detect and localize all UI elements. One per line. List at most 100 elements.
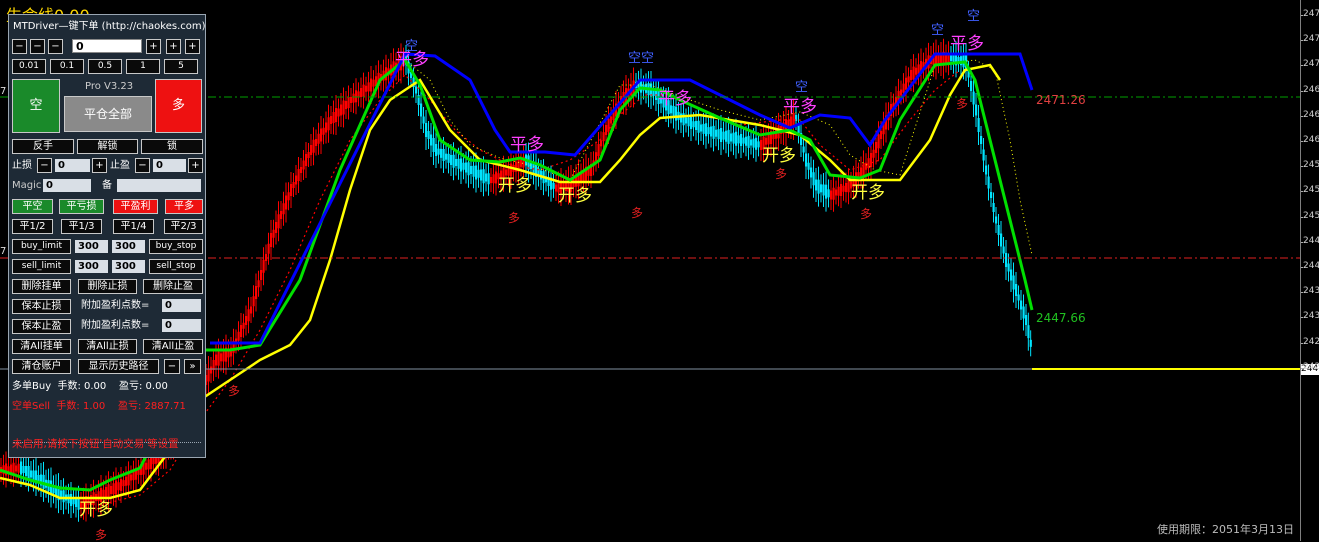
clear-all-pending-button[interactable]: 清All挂单 — [12, 339, 71, 354]
candle-body — [27, 466, 30, 479]
buy-limit-input-1[interactable]: 300 — [75, 240, 108, 253]
sell-limit-input-2[interactable]: 300 — [112, 260, 145, 273]
lot-preset-0-01[interactable]: 0.01 — [12, 59, 46, 74]
delete-take-profit-button[interactable]: 删除止盈 — [143, 279, 203, 294]
show-history-button[interactable]: 显示历史路径 — [78, 359, 159, 374]
close-profit-button[interactable]: 平盈利 — [113, 199, 158, 214]
extra-points-input-1[interactable]: 0 — [162, 299, 201, 312]
buy-button[interactable]: 多 — [155, 79, 202, 133]
candle-body — [475, 165, 478, 180]
stop-loss-label: 止损 — [12, 160, 32, 171]
candle-body — [987, 176, 990, 189]
candle-body — [460, 158, 463, 172]
candle-body — [735, 131, 738, 146]
candle-body — [102, 489, 105, 498]
close-two-thirds-button[interactable]: 平2/3 — [164, 219, 203, 234]
candle-body — [1027, 325, 1030, 339]
close-quarter-button[interactable]: 平1/4 — [113, 219, 154, 234]
lock-button[interactable]: 锁 — [141, 139, 203, 154]
candle-body — [880, 131, 883, 139]
candle-body — [737, 135, 740, 144]
candle-body — [755, 137, 758, 150]
note-input[interactable] — [117, 179, 201, 192]
candle-body — [215, 354, 218, 366]
sell-limit-input-1[interactable]: 300 — [75, 260, 108, 273]
take-profit-increase-button[interactable]: + — [188, 158, 203, 173]
lot-increase-small-button[interactable]: + — [146, 39, 161, 54]
lot-decrease-large-button[interactable]: − — [12, 39, 27, 54]
signal-kong: 空 — [967, 9, 981, 24]
candle-body — [325, 122, 328, 133]
close-short-button[interactable]: 平空 — [12, 199, 53, 214]
candle-body — [1007, 263, 1010, 272]
lot-size-input[interactable]: 0 — [72, 39, 142, 53]
lot-preset-1[interactable]: 1 — [126, 59, 160, 74]
delete-pending-button[interactable]: 删除挂单 — [12, 279, 71, 294]
candle-body — [465, 162, 468, 173]
stop-loss-input[interactable]: 0 — [55, 159, 90, 172]
breakeven-stop-button[interactable]: 保本止损 — [12, 299, 71, 314]
lot-increase-large-button[interactable]: + — [185, 39, 200, 54]
collapse-button[interactable]: − — [164, 359, 180, 374]
reverse-button[interactable]: 反手 — [12, 139, 74, 154]
close-long-button[interactable]: 平多 — [165, 199, 203, 214]
close-all-button[interactable]: 平仓全部 — [64, 96, 152, 132]
sell-limit-button[interactable]: sell_limit — [12, 259, 71, 274]
candle-body — [902, 83, 905, 93]
lot-decrease-small-button[interactable]: − — [48, 39, 63, 54]
candle-body — [252, 296, 255, 307]
buy-limit-button[interactable]: buy_limit — [12, 239, 71, 254]
long-summary: 多单Buy 手数: 0.00 盈亏: 0.00 — [12, 381, 168, 392]
lot-decrease-medium-button[interactable]: − — [30, 39, 45, 54]
take-profit-input[interactable]: 0 — [153, 159, 186, 172]
take-profit-decrease-button[interactable]: − — [135, 158, 150, 173]
candle-body — [995, 216, 998, 224]
candle-body — [305, 154, 308, 166]
candle-body — [267, 243, 270, 254]
buy-limit-input-2[interactable]: 300 — [112, 240, 145, 253]
candle-body — [447, 153, 450, 163]
expand-button[interactable]: » — [184, 359, 201, 374]
candle-body — [990, 192, 993, 198]
buy-stop-button[interactable]: buy_stop — [149, 239, 203, 254]
candle-body — [315, 139, 318, 146]
breakeven-profit-button[interactable]: 保本止盈 — [12, 319, 71, 334]
signal-duo: 多 — [508, 211, 521, 225]
candle-body — [720, 128, 723, 142]
clear-all-sl-button[interactable]: 清All止损 — [78, 339, 137, 354]
sell-stop-button[interactable]: sell_stop — [149, 259, 203, 274]
candle-body — [707, 127, 710, 135]
candle-body — [690, 117, 693, 129]
lot-increase-medium-button[interactable]: + — [166, 39, 181, 54]
lot-preset-5[interactable]: 5 — [164, 59, 198, 74]
stop-loss-increase-button[interactable]: + — [92, 158, 107, 173]
candle-body — [362, 84, 365, 97]
close-account-button[interactable]: 清仓账户 — [12, 359, 71, 374]
candle-body — [255, 286, 258, 299]
magic-input[interactable]: 0 — [43, 179, 91, 192]
close-loss-button[interactable]: 平亏损 — [59, 199, 104, 214]
candle-body — [17, 463, 20, 473]
clear-all-tp-button[interactable]: 清All止盈 — [143, 339, 203, 354]
candle-body — [437, 148, 440, 155]
delete-stop-loss-button[interactable]: 删除止损 — [78, 279, 137, 294]
stop-loss-decrease-button[interactable]: − — [37, 158, 52, 173]
lot-preset-0-1[interactable]: 0.1 — [50, 59, 84, 74]
extra-points-input-2[interactable]: 0 — [162, 319, 201, 332]
sell-button[interactable]: 空 — [12, 79, 60, 133]
close-half-button[interactable]: 平1/2 — [12, 219, 53, 234]
close-third-button[interactable]: 平1/3 — [61, 219, 102, 234]
candle-body — [680, 113, 683, 123]
candle-body — [442, 149, 445, 161]
candle-body — [900, 89, 903, 96]
candle-body — [805, 153, 808, 167]
candle-body — [1012, 275, 1015, 290]
expiry-text: 使用期限：2051年3月13日 — [1157, 523, 1294, 536]
price-axis-tick: 242 — [1301, 361, 1319, 372]
price-axis: 244 247 247 247 246 246 246 245 245 245 244 244 243… — [1300, 0, 1319, 541]
candle-body — [607, 118, 610, 132]
lot-preset-0-5[interactable]: 0.5 — [88, 59, 122, 74]
unlock-button[interactable]: 解锁 — [77, 139, 138, 154]
candle-body — [432, 138, 435, 152]
candle-body — [600, 140, 603, 147]
